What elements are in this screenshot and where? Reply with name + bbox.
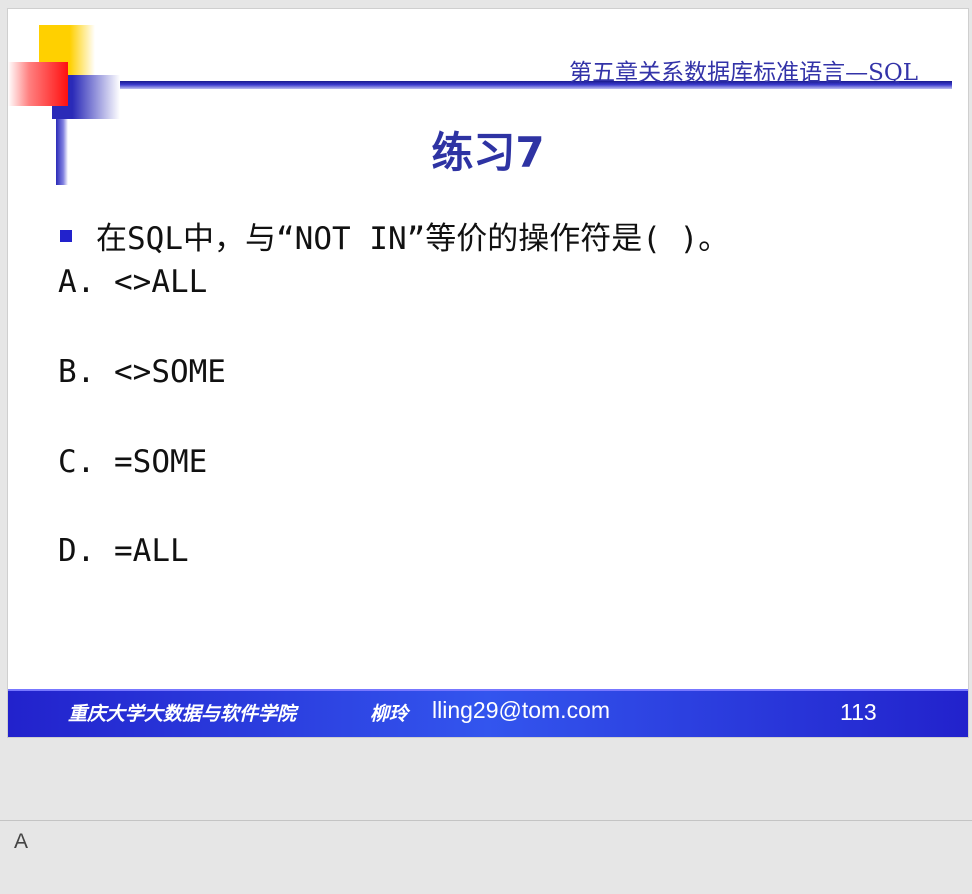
decorative-red-square [8, 62, 68, 106]
speaker-notes-text[interactable]: A [14, 830, 28, 854]
option-b: B. <>SOME [58, 354, 226, 390]
footer-email: lling29@tom.com [432, 697, 611, 723]
chapter-header-title: 第五章关系数据库标准语言—SQL [569, 60, 918, 86]
footer-author: 柳玲 [370, 703, 409, 725]
question-text: 在SQL中，与“NOT IN”等价的操作符是( )。 [96, 221, 730, 257]
option-a: A. <>ALL [58, 264, 208, 300]
option-d: D. =ALL [58, 533, 189, 569]
option-c: C. =SOME [58, 444, 208, 480]
slide-title: 练习7 [431, 128, 545, 177]
footer-institution: 重庆大学大数据与软件学院 [68, 703, 297, 725]
slide-page-number: 113 [840, 699, 877, 725]
footer-bar: 重庆大学大数据与软件学院 柳玲 lling29@tom.com 113 [8, 689, 968, 737]
square-bullet-icon [60, 230, 72, 242]
notes-divider [0, 820, 972, 821]
slide-canvas[interactable]: 第五章关系数据库标准语言—SQL 练习7 在SQL中，与“NOT IN”等价的操… [8, 9, 968, 737]
